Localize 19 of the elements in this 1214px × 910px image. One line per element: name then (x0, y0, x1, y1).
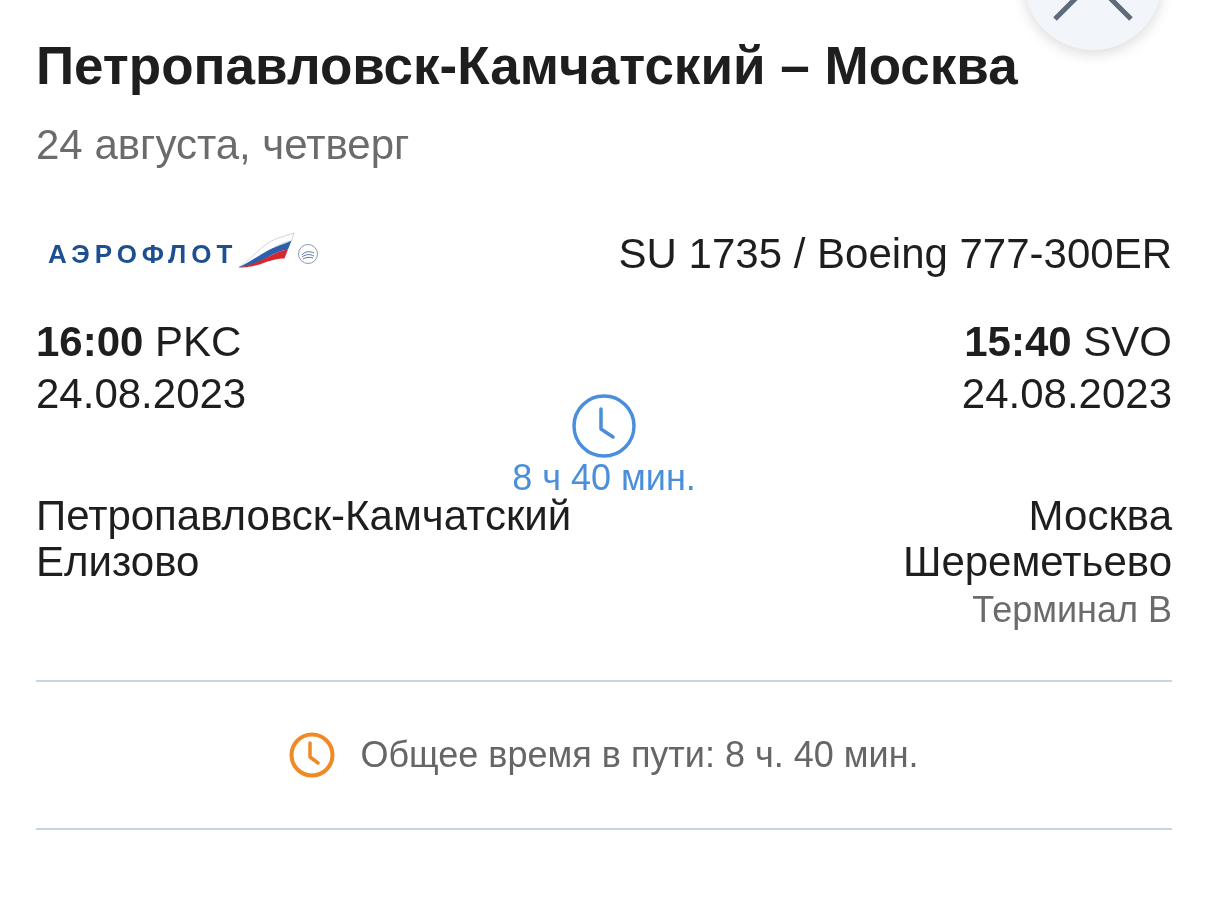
flag-swoosh-icon (237, 231, 296, 269)
arrival-airport: Шереметьево (902, 538, 1172, 586)
clock-icon (289, 732, 336, 778)
departure-time: 16:00 PKC (36, 317, 242, 367)
flight-date: 24 августа, четверг (36, 122, 410, 168)
total-travel-time: Общее время в пути: 8 ч. 40 мин. (360, 733, 919, 777)
flight-number-aircraft: SU 1735 / Boeing 777-300ER (618, 230, 1172, 278)
departure-airport: Елизово (36, 538, 200, 586)
clock-icon (572, 394, 636, 458)
flight-duration: 8 ч 40 мин. (512, 460, 696, 496)
arrival-city: Москва (1028, 494, 1172, 538)
airline-logo-wordmark: АЭРОФЛОТ (48, 239, 238, 269)
arrival-time: 15:40 SVO (964, 317, 1172, 367)
alliance-emblem-icon (297, 243, 320, 265)
departure-date: 24.08.2023 (36, 369, 247, 419)
arrival-date: 24.08.2023 (961, 369, 1172, 419)
departure-city: Петропавловск-Камчатский (36, 494, 572, 538)
route-title: Петропавловск-Камчатский – Москва (36, 38, 1018, 93)
arrival-terminal: Терминал B (972, 588, 1172, 632)
